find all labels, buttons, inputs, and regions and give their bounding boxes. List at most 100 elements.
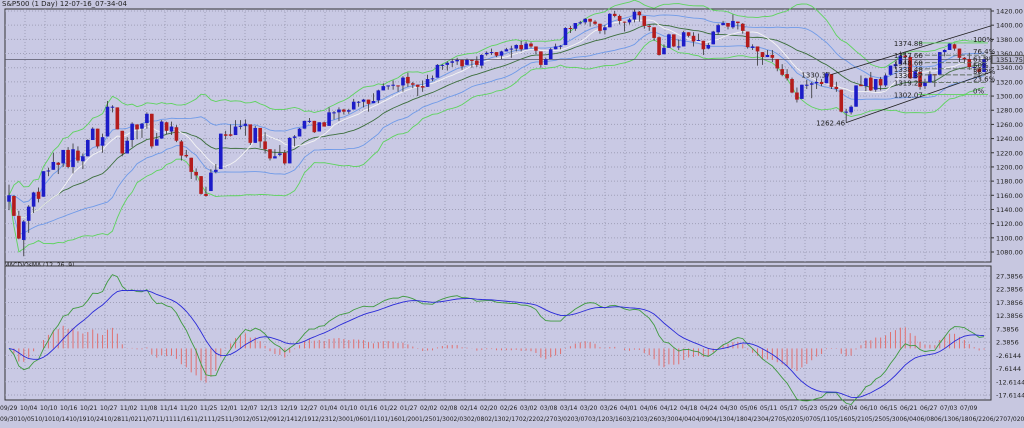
candle-body xyxy=(327,112,331,126)
candle-body xyxy=(583,18,587,23)
x-tick-label: 06/15 xyxy=(880,405,898,412)
candle-body xyxy=(839,89,844,112)
candle-body xyxy=(159,121,164,139)
candle-body xyxy=(750,46,755,48)
macd-tick-label: 7.3856 xyxy=(996,325,1019,333)
candle-body xyxy=(17,215,21,239)
candle xyxy=(745,31,750,49)
x-tick-label: 02/13 xyxy=(484,416,502,423)
candle-body xyxy=(12,196,16,216)
candle-body xyxy=(529,43,533,47)
x-tick-label: 05/07 xyxy=(795,416,813,423)
x-tick-label: 04/13 xyxy=(709,416,727,423)
candle-body xyxy=(923,82,927,87)
candle-body xyxy=(297,128,302,137)
x-tick-label: 10/24 xyxy=(86,416,104,423)
x-tick-label: 07/03 xyxy=(940,405,958,412)
x-tick-label: 10/05 xyxy=(17,416,35,423)
candle-body xyxy=(479,54,484,66)
candle-body xyxy=(174,127,179,141)
candle-body xyxy=(681,32,686,47)
x-tick-label: 07/02 xyxy=(1003,416,1021,423)
candle xyxy=(839,89,844,113)
candle-body xyxy=(524,43,528,50)
candle xyxy=(317,122,322,132)
candle-body xyxy=(214,169,218,172)
macd-tick-label: 12.3856 xyxy=(996,312,1023,320)
x-tick-label: 04/23 xyxy=(743,416,762,423)
x-tick-label: 12/09 xyxy=(259,416,277,423)
candle-body xyxy=(135,124,139,130)
candle-body xyxy=(494,52,499,56)
y-tick-label: 1220.00 xyxy=(996,149,1023,157)
x-tick-label: 03/12 xyxy=(588,416,606,423)
current-price-label: 1351.75 xyxy=(996,56,1023,64)
x-tick-label: 06/10 xyxy=(860,405,878,412)
candle-body xyxy=(66,149,70,167)
candle xyxy=(435,64,440,78)
candle-body xyxy=(603,27,607,31)
candle-body xyxy=(691,35,696,42)
x-tick-label: 12/19 xyxy=(280,405,298,412)
candle-body xyxy=(696,40,701,42)
candle xyxy=(790,77,794,94)
x-tick-label: 05/06 xyxy=(740,405,758,412)
candle xyxy=(115,107,120,130)
candle-body xyxy=(642,15,647,26)
candle-body xyxy=(445,62,450,65)
x-tick-label: 03/16 xyxy=(605,416,623,423)
candle-body xyxy=(484,52,489,55)
candle-body xyxy=(100,137,105,146)
x-tick-label: 11/08 xyxy=(140,405,158,412)
x-tick-label: 02/17 xyxy=(501,416,519,423)
candle-body xyxy=(145,113,149,123)
candle-body xyxy=(800,84,804,99)
candle-body xyxy=(406,76,410,84)
candle-body xyxy=(834,86,839,89)
y-tick-label: 1340.00 xyxy=(996,64,1023,72)
x-tick-label: 06/08 xyxy=(916,416,935,423)
candle-body xyxy=(755,46,760,52)
x-tick-label: 09/29 xyxy=(0,405,18,412)
candle-body xyxy=(273,156,277,159)
x-tick-label: 12/23 xyxy=(311,416,329,423)
x-tick-label: 05/02 xyxy=(778,416,796,423)
x-tick-label: 05/25 xyxy=(864,416,883,423)
candle-body xyxy=(21,221,26,240)
candle-body xyxy=(396,85,400,87)
candle-body xyxy=(337,109,341,113)
candle-body xyxy=(199,176,203,194)
x-tick-label: 12/01 xyxy=(220,405,238,412)
candle-body xyxy=(440,64,445,66)
candle-body xyxy=(543,59,548,65)
candle-body xyxy=(706,45,711,49)
candle-body xyxy=(253,127,258,143)
candle-body xyxy=(90,128,95,141)
candle-body xyxy=(878,79,883,86)
candle-body xyxy=(371,101,376,104)
candle-body xyxy=(332,112,336,114)
candle-body xyxy=(637,11,642,16)
x-axis-row-2: 09/30 10/05 10/10 10/14 10/19 10/24 10/28 11/02… xyxy=(0,416,1024,423)
candle-body xyxy=(873,79,878,90)
candle-body xyxy=(204,193,208,197)
candle-body xyxy=(120,130,125,154)
x-tick-label: 10/28 xyxy=(103,416,122,423)
candle-body xyxy=(864,78,868,87)
x-tick-label: 10/10 xyxy=(34,416,52,423)
candle-body xyxy=(351,101,356,110)
x-tick-label: 03/26 xyxy=(639,416,658,423)
macd-tick-label: -12.6144 xyxy=(996,378,1024,386)
candle-body xyxy=(51,161,56,170)
candle-body xyxy=(509,48,514,50)
x-axis-row-1: 09/29 10/04 10/10 10/16 10/21 10/27 11/02 11/08… xyxy=(0,405,978,412)
fibonacci-price-label: 1319.25 xyxy=(894,79,923,87)
candle-body xyxy=(775,59,780,69)
x-tick-label: 01/20 xyxy=(397,416,416,423)
candle xyxy=(947,42,952,50)
chart-canvas[interactable]: 1420.001400.001380.001360.001340.001320.… xyxy=(0,0,1024,428)
macd-tick-label: 22.3856 xyxy=(996,286,1023,294)
x-tick-label: 06/18 xyxy=(951,416,969,423)
x-tick-label: 12/19 xyxy=(294,416,312,423)
candle xyxy=(297,127,302,137)
